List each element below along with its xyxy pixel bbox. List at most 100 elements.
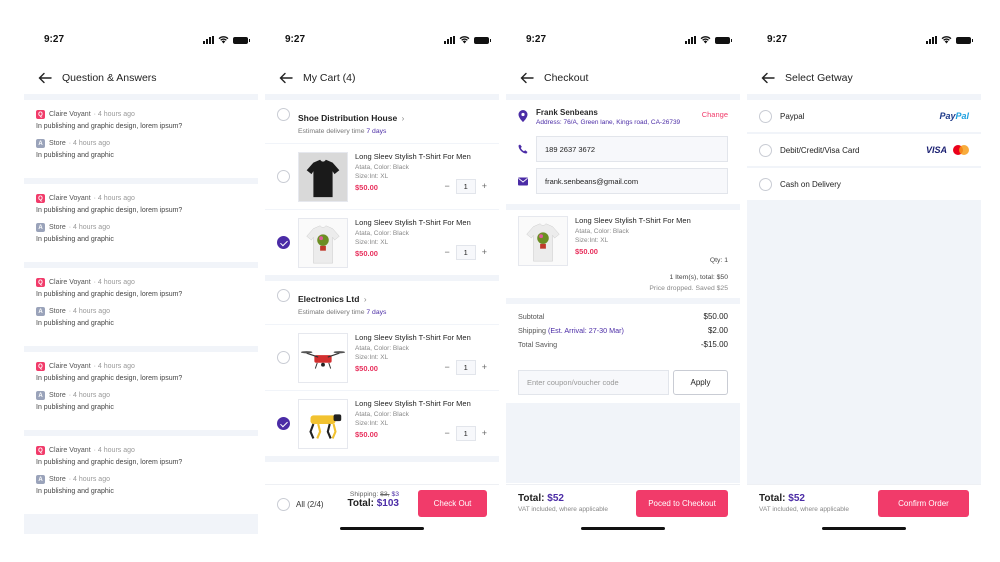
answer-author: Store [49,224,66,231]
store-name[interactable]: Electronics Ltd [298,294,359,304]
question-meta: Q Claire Voyant · 4 hours ago [36,362,246,371]
answer-meta: A Store · 4 hours ago [36,139,246,148]
store-group: Shoe Distribution House › Estimate delive… [265,100,499,281]
item-checkbox[interactable] [277,351,290,364]
plus-icon[interactable]: + [482,247,487,257]
back-arrow-icon[interactable] [38,71,52,85]
gateway-screen: 9:27 Select Getway Paypal PayPal Debit/C… [747,22,981,534]
back-arrow-icon[interactable] [279,71,293,85]
question-author: Claire Voyant [49,279,91,286]
phone-field[interactable]: 189 2637 3672 [536,136,728,162]
product-image[interactable] [298,151,348,202]
product-details: Long Sleev Stylish T-Shirt For Men Atata,… [355,333,487,383]
minus-icon[interactable]: − [444,362,449,372]
gateway-option-card[interactable]: Debit/Credit/Visa Card VISA [747,134,981,168]
cart-item: Long Sleev Stylish T-Shirt For Men Atata,… [265,209,499,275]
product-name[interactable]: Long Sleev Stylish T-Shirt For Men [355,152,487,161]
question-time: · 4 hours ago [93,111,135,118]
change-address-link[interactable]: Change [702,110,728,119]
divider [265,456,499,462]
product-details: Long Sleev Stylish T-Shirt For Men Atata… [575,216,728,266]
status-time: 9:27 [767,34,788,45]
price-dropped-note: Price dropped. Saved $25 [649,285,728,292]
quantity-stepper: −1 + [444,359,487,375]
status-time: 9:27 [44,34,65,45]
coupon-input[interactable]: Enter coupon/voucher code [518,370,669,395]
minus-icon[interactable]: − [444,181,449,191]
gateway-footer: Total: $52 VAT included, where applicabl… [747,484,981,534]
battery-icon [233,36,250,44]
store-name[interactable]: Shoe Distribution House [298,113,397,123]
answer-text: In publishing and graphic [36,236,114,243]
gateway-option-paypal[interactable]: Paypal PayPal [747,100,981,134]
cart-total-value: $103 [376,498,399,509]
question-author: Claire Voyant [49,363,91,370]
radio-button[interactable] [759,177,772,191]
plus-icon[interactable]: + [482,362,487,372]
chevron-right-icon[interactable]: › [402,114,405,123]
quantity-field[interactable]: 1 [455,425,476,441]
product-name[interactable]: Long Sleev Stylish T-Shirt For Men [355,333,487,342]
cart-screen: 9:27 My Cart (4) Shoe Distribution House… [265,22,499,534]
order-item: Long Sleev Stylish T-Shirt For Men Atata… [506,210,740,268]
item-checkbox[interactable] [277,170,290,183]
cart-footer: All (2/4) Shipping: $3, $3 Total: $103 C… [265,484,499,534]
plus-icon[interactable]: + [482,181,487,191]
back-arrow-icon[interactable] [520,71,534,85]
radio-button[interactable] [759,143,772,157]
minus-icon[interactable]: − [444,247,449,257]
wifi-icon [459,36,470,44]
product-image[interactable] [298,398,348,449]
product-image[interactable] [298,217,348,268]
status-time: 9:27 [526,34,547,45]
back-arrow-icon[interactable] [761,71,775,85]
order-summary: Subtotal $50.00 Shipping (Est. Arrival: 2… [506,304,740,362]
select-all-checkbox[interactable] [277,498,290,511]
confirm-order-button[interactable]: Confirm Order [878,490,969,517]
product-name[interactable]: Long Sleev Stylish T-Shirt For Men [355,218,487,227]
checkout-button[interactable]: Check Out [418,490,487,517]
qa-item: Q Claire Voyant · 4 hours ago In publishing… [24,184,258,268]
item-checkbox[interactable] [277,417,290,430]
signal-icon [926,36,937,44]
subtotal-label: Subtotal [518,312,545,321]
question-badge: Q [36,110,45,119]
product-name[interactable]: Long Sleev Stylish T-Shirt For Men [355,399,487,408]
cart-list: Shoe Distribution House › Estimate delive… [265,94,499,534]
store-checkbox[interactable] [277,108,290,121]
page-title: Checkout [544,72,589,84]
gateway-option-cod[interactable]: Cash on Delivery [747,168,981,202]
items-total: 1 Item(s), total: $50 [669,274,728,281]
product-image[interactable] [298,332,348,383]
answer-author: Store [49,308,66,315]
answer-badge: A [36,307,45,316]
apply-button[interactable]: Apply [673,370,728,395]
quantity-stepper: −1 + [444,178,487,194]
plus-icon[interactable]: + [482,428,487,438]
signal-icon [203,36,214,44]
radio-button[interactable] [759,109,772,123]
chevron-right-icon[interactable]: › [364,295,367,304]
quantity-field[interactable]: 1 [455,178,476,194]
coupon-row: Enter coupon/voucher code Apply [518,370,728,395]
answer-author: Store [49,140,66,147]
page-title: My Cart (4) [303,72,356,84]
status-bar: 9:27 [747,34,981,48]
proceed-checkout-button[interactable]: Poced to Checkout [636,490,728,517]
quantity-field[interactable]: 1 [455,244,476,260]
shipping-old-price: $3, [380,491,390,498]
answer-badge: A [36,139,45,148]
item-checkbox[interactable] [277,236,290,249]
email-field[interactable]: frank.senbeans@gmail.com [536,168,728,194]
quantity-field[interactable]: 1 [455,359,476,375]
product-meta: Atata, Color: Black Size:Int: XL [575,228,629,244]
select-all-label: All (2/4) [296,500,324,509]
answer-badge: A [36,391,45,400]
shipping-label: Shipping: [349,491,379,498]
minus-icon[interactable]: − [444,428,449,438]
store-checkbox[interactable] [277,289,290,302]
cart-item: Long Sleev Stylish T-Shirt For Men Atata,… [265,324,499,390]
paypal-logo: PayPal [939,111,969,121]
question-meta: Q Claire Voyant · 4 hours ago [36,278,246,287]
question-time: · 4 hours ago [93,279,135,286]
